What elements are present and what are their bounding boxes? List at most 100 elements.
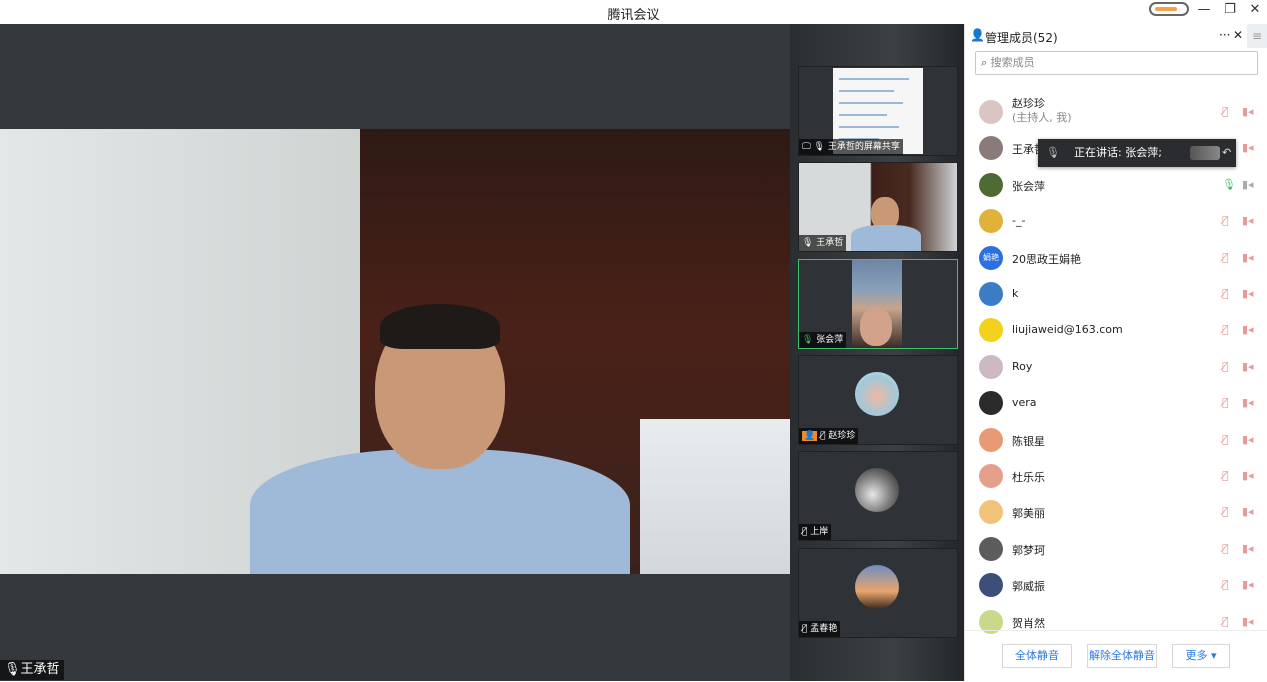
member-row[interactable]: k 🎙̸ ▮◂ — [965, 276, 1267, 312]
camera-off-icon[interactable]: ▮◂ — [1242, 505, 1254, 518]
main-video-feed[interactable] — [0, 129, 790, 574]
panel-close-button[interactable]: ✕ — [1233, 28, 1243, 42]
participant-avatar — [855, 372, 899, 416]
thumbnail-screen-share[interactable]: 🖵 🎙 王承哲的屏幕共享 — [798, 66, 958, 156]
camera-off-icon[interactable]: ▮◂ — [1242, 141, 1254, 154]
member-avatar: 娟艳 — [979, 245, 1003, 270]
mic-muted-icon[interactable]: 🎙̸ — [1222, 287, 1229, 300]
search-icon: ⌕ — [981, 56, 991, 69]
member-avatar — [979, 391, 1003, 416]
panel-header: 👤 管理成员(52) ··· ✕ ≡ — [965, 24, 1267, 48]
member-row[interactable]: 赵珍珍 (主持人, 我) 🎙̸ ▮◂ — [965, 94, 1267, 130]
mic-muted-icon[interactable]: 🎙̸ — [1222, 542, 1229, 555]
camera-off-icon[interactable]: ▮◂ — [1242, 396, 1254, 409]
panel-title: 管理成员(52) — [985, 31, 1058, 45]
camera-off-icon[interactable]: ▮◂ — [1242, 469, 1254, 482]
member-name: 杜乐乐 — [1012, 471, 1045, 484]
restore-button[interactable]: ❐ — [1220, 2, 1240, 17]
mic-on-icon: 🎙 — [802, 335, 817, 345]
member-name: Roy — [1012, 359, 1033, 373]
member-role: (主持人, 我) — [1012, 111, 1072, 124]
mic-muted-icon[interactable]: 🎙̸ — [1222, 323, 1229, 336]
speaker-video-figure — [250, 299, 630, 574]
mic-muted-icon[interactable]: 🎙̸ — [1222, 505, 1229, 518]
thumbnail-video[interactable]: 🎙 王承哲 — [798, 162, 958, 252]
mic-muted-icon[interactable]: 🎙̸ — [1222, 469, 1229, 482]
member-row[interactable]: 杜乐乐 🎙̸ ▮◂ — [965, 458, 1267, 494]
member-management-panel: 👤 管理成员(52) ··· ✕ ≡ ⌕ 搜索成员 赵珍珍 (主持人, 我) 🎙̸ ▮… — [964, 24, 1267, 681]
panel-footer: 全体静音 解除全体静音 更多 ▾ — [965, 630, 1267, 682]
mic-speaking-icon: 🎙 — [1046, 146, 1060, 159]
member-search-input[interactable]: ⌕ 搜索成员 — [975, 51, 1258, 75]
member-row[interactable]: vera 🎙̸ ▮◂ — [965, 385, 1267, 421]
unmute-all-button[interactable]: 解除全体静音 — [1087, 644, 1157, 668]
thumbnail-label: 🎙̸ 上岸 — [799, 524, 832, 540]
minimize-button[interactable]: — — [1194, 2, 1214, 17]
more-options-button[interactable]: ··· — [1219, 28, 1230, 42]
member-row[interactable]: -_- 🎙̸ ▮◂ — [965, 203, 1267, 239]
camera-off-icon[interactable]: ▮◂ — [1242, 615, 1254, 628]
member-avatar — [979, 427, 1003, 452]
mic-muted-icon[interactable]: 🎙̸ — [1222, 433, 1229, 446]
camera-off-icon[interactable]: ▮◂ — [1242, 214, 1254, 227]
more-button[interactable]: 更多 ▾ — [1172, 644, 1230, 668]
window-title: 腾讯会议 — [607, 8, 660, 23]
member-avatar — [979, 100, 1003, 124]
panel-menu-button[interactable]: ≡ — [1247, 24, 1267, 48]
camera-off-icon[interactable]: ▮◂ — [1242, 360, 1254, 373]
member-icon: 👤 — [970, 28, 985, 42]
thumbnail-label: 🎙̸ 孟春艳 — [799, 621, 841, 637]
mic-muted-icon[interactable]: 🎙̸ — [1222, 214, 1229, 227]
member-row[interactable]: 郭美丽 🎙̸ ▮◂ — [965, 494, 1267, 530]
member-name: 陈银星 — [1012, 434, 1045, 448]
mute-all-button[interactable]: 全体静音 — [1002, 644, 1072, 668]
member-name: 郭梦珂 — [1012, 543, 1045, 557]
main-video-stage[interactable]: 🎙王承哲 — [0, 24, 790, 681]
mic-muted-icon[interactable]: 🎙̸ — [1222, 251, 1229, 264]
member-row[interactable]: 张会萍 🎙 ▮◂ — [965, 167, 1267, 203]
close-button[interactable]: ✕ — [1245, 2, 1265, 17]
mic-muted-icon[interactable]: 🎙̸ — [1222, 396, 1229, 409]
host-icon: 👤 — [802, 431, 818, 441]
member-name: 张会萍 — [1012, 179, 1045, 193]
camera-off-icon[interactable]: ▮◂ — [1242, 323, 1254, 336]
member-name: -_- — [1012, 214, 1026, 228]
mic-muted-icon[interactable]: 🎙̸ — [1222, 578, 1229, 591]
network-status-icon[interactable] — [1149, 2, 1189, 16]
member-row[interactable]: liujiaweid@163.com 🎙̸ ▮◂ — [965, 312, 1267, 348]
camera-off-icon[interactable]: ▮◂ — [1242, 578, 1254, 591]
member-row[interactable]: 娟艳 20思政王娟艳 🎙̸ ▮◂ — [965, 240, 1267, 276]
mic-muted-icon[interactable]: 🎙̸ — [1222, 360, 1229, 373]
thumbnail-label: 🎙 王承哲 — [799, 235, 847, 251]
member-avatar — [979, 318, 1003, 343]
thumbnail-label: 👤 🎙̸ 赵珍珍 — [799, 428, 859, 444]
camera-off-icon[interactable]: ▮◂ — [1242, 287, 1254, 300]
camera-off-icon[interactable]: ▮◂ — [1242, 433, 1254, 446]
speaking-indicator-tooltip: 🎙 正在讲话: 张会萍; ↶ — [1038, 139, 1236, 167]
member-row[interactable]: 郭威振 🎙̸ ▮◂ — [965, 567, 1267, 603]
camera-off-icon[interactable]: ▮◂ — [1242, 105, 1254, 118]
mic-muted-icon[interactable]: 🎙̸ — [1222, 105, 1229, 118]
camera-off-icon[interactable]: ▮◂ — [1242, 178, 1254, 191]
member-name: liujiaweid@163.com — [1012, 323, 1123, 337]
thumbnail-avatar[interactable]: 👤 🎙̸ 赵珍珍 — [798, 355, 958, 445]
camera-off-icon[interactable]: ▮◂ — [1242, 251, 1254, 264]
mic-on-icon[interactable]: 🎙 — [1222, 178, 1236, 191]
thumbnail-label: 🖵 🎙 王承哲的屏幕共享 — [799, 139, 903, 155]
member-name: 郭美丽 — [1012, 507, 1045, 521]
member-name: 郭威振 — [1012, 580, 1045, 594]
member-name: k — [1012, 287, 1019, 300]
member-avatar — [979, 354, 1003, 379]
member-row[interactable]: 陈银星 🎙̸ ▮◂ — [965, 422, 1267, 458]
member-avatar — [979, 282, 1003, 306]
member-row[interactable]: 郭梦珂 🎙̸ ▮◂ — [965, 531, 1267, 567]
camera-off-icon[interactable]: ▮◂ — [1242, 542, 1254, 555]
member-avatar — [979, 500, 1003, 525]
thumbnail-avatar[interactable]: 🎙̸ 上岸 — [798, 451, 958, 541]
audio-level-icon — [1190, 146, 1220, 160]
mic-icon: 🎙 — [802, 238, 817, 248]
member-row[interactable]: Roy 🎙̸ ▮◂ — [965, 349, 1267, 385]
mic-muted-icon[interactable]: 🎙̸ — [1222, 615, 1229, 628]
thumbnail-video-active[interactable]: 🎙 张会萍 — [798, 259, 958, 349]
thumbnail-avatar[interactable]: 🎙̸ 孟春艳 — [798, 548, 958, 638]
